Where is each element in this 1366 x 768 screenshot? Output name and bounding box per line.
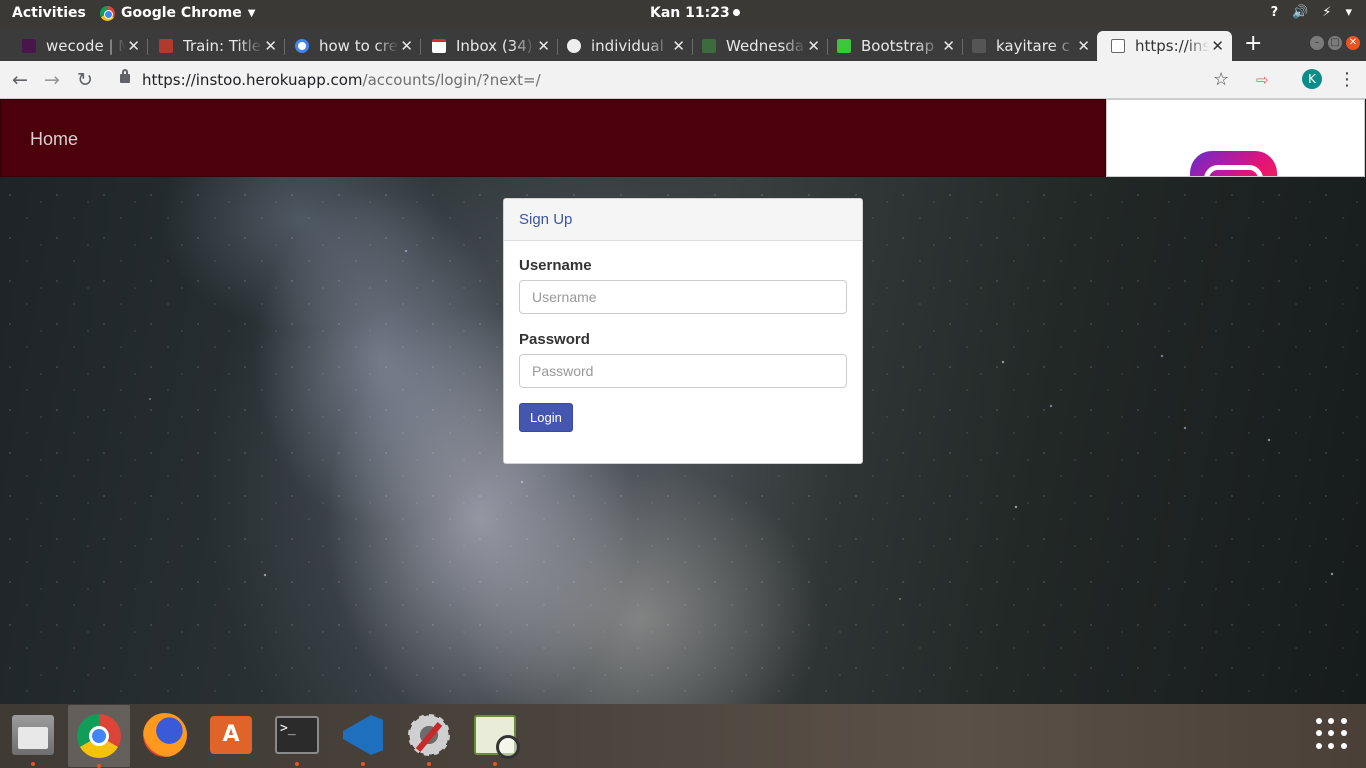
tab-title: kayitare c (996, 37, 1070, 55)
close-icon[interactable]: ✕ (1077, 37, 1090, 55)
tab-title: wecode | M (46, 37, 126, 55)
login-button[interactable]: Login (519, 403, 573, 432)
tab-title: Bootstrap (861, 37, 935, 55)
home-link[interactable]: Home (30, 129, 78, 150)
terminal-icon[interactable]: >_ (272, 710, 322, 766)
browser-toolbar: ← → ↻ https://instoo.herokuapp.com/accou… (0, 61, 1366, 99)
card-header: Sign Up (504, 199, 862, 241)
google-icon (295, 39, 309, 53)
battery-icon: ⚡ (1322, 5, 1332, 20)
login-form: Username Password Login (504, 241, 862, 448)
clock-label: Kan 11:23 (650, 5, 730, 21)
clock[interactable]: Kan 11:23 (650, 5, 740, 21)
tab-title: how to cre (319, 37, 398, 55)
close-window-button[interactable]: ✕ (1346, 36, 1360, 50)
firefox-icon[interactable] (140, 710, 190, 760)
extension-icon[interactable]: ⇨ (1256, 71, 1274, 89)
browser-tab[interactable]: Bootstrap ✕ (815, 31, 963, 61)
chevron-down-icon: ▼ (247, 7, 256, 19)
chrome-icon[interactable] (68, 705, 130, 768)
browser-tab[interactable]: Wednesda ✕ (680, 31, 828, 61)
github-icon (567, 39, 581, 53)
password-input[interactable] (519, 354, 847, 388)
chrome-icon (100, 5, 115, 21)
maximize-button[interactable]: □ (1328, 36, 1342, 50)
back-button[interactable]: ← (12, 69, 28, 91)
bookmark-star-icon[interactable]: ☆ (1213, 69, 1229, 90)
document-icon (1111, 39, 1125, 53)
address-bar[interactable]: https://instoo.herokuapp.com/accounts/lo… (142, 71, 541, 89)
activities-button[interactable]: Activities (12, 5, 86, 21)
app-menu[interactable]: Google Chrome ▼ (100, 5, 255, 21)
tab-strip: wecode | M ✕ Train: Title ✕ how to cre ✕ In… (0, 27, 1366, 61)
lock-icon[interactable] (120, 69, 130, 83)
window-controls: – □ ✕ (1310, 36, 1360, 50)
tab-title: Wednesda (726, 37, 804, 55)
browser-tab[interactable]: wecode | M ✕ (0, 31, 148, 61)
logo-panel (1106, 99, 1365, 177)
files-icon[interactable] (8, 710, 58, 766)
password-label: Password (519, 331, 590, 348)
train-icon (159, 39, 173, 53)
leaf-icon (702, 39, 716, 53)
settings-tool-icon[interactable] (404, 710, 454, 766)
slack-icon (22, 39, 36, 53)
notification-dot (732, 9, 740, 16)
app-menu-label: Google Chrome (121, 5, 242, 21)
url-host: https://instoo.herokuapp.com (142, 71, 363, 89)
tab-title: Train: Title (183, 37, 261, 55)
login-card: Sign Up Username Password Login (503, 198, 863, 464)
forward-button[interactable]: → (44, 69, 60, 91)
username-label: Username (519, 257, 592, 274)
browser-tab[interactable]: Train: Title ✕ (137, 31, 285, 61)
vscode-icon[interactable] (338, 710, 388, 766)
instagram-logo-icon (1190, 151, 1277, 176)
help-icon: ? (1270, 5, 1279, 20)
browser-tab[interactable]: individual ✕ (545, 31, 693, 61)
web-page: Home Sign Up Username Password Login (0, 99, 1366, 704)
browser-tab[interactable]: Inbox (34) ✕ (410, 31, 558, 61)
browser-tab[interactable]: kayitare c ✕ (950, 31, 1098, 61)
show-applications-icon[interactable] (1316, 718, 1348, 750)
username-input[interactable] (519, 280, 847, 314)
close-icon[interactable]: ✕ (1211, 37, 1224, 55)
system-top-bar: Activities Google Chrome ▼ Kan 11:23 ? 🔊… (0, 0, 1366, 27)
image-viewer-icon[interactable] (470, 710, 520, 766)
document-icon (972, 39, 986, 53)
url-path: /accounts/login/?next=/ (362, 71, 541, 89)
tab-title: individual (591, 37, 664, 55)
profile-avatar[interactable]: K (1302, 69, 1322, 89)
ubuntu-dock: A >_ (0, 704, 1366, 768)
volume-icon: 🔊 (1292, 5, 1309, 20)
bootstrap-icon (837, 39, 851, 53)
system-tray[interactable]: ? 🔊 ⚡ ▾ (1271, 5, 1352, 20)
browser-tab-active[interactable]: https://ins ✕ (1097, 31, 1232, 61)
software-store-icon[interactable]: A (206, 710, 256, 760)
minimize-button[interactable]: – (1310, 36, 1324, 50)
new-tab-button[interactable]: + (1244, 31, 1262, 56)
kebab-menu-icon[interactable]: ⋮ (1338, 69, 1356, 90)
reload-button[interactable]: ↻ (77, 69, 93, 91)
browser-tab[interactable]: how to cre ✕ (273, 31, 421, 61)
site-navbar: Home (0, 99, 1106, 177)
chevron-down-icon: ▾ (1345, 5, 1352, 20)
tab-title: https://ins (1135, 37, 1209, 55)
tab-title: Inbox (34) (456, 37, 533, 55)
gmail-icon (432, 39, 446, 53)
